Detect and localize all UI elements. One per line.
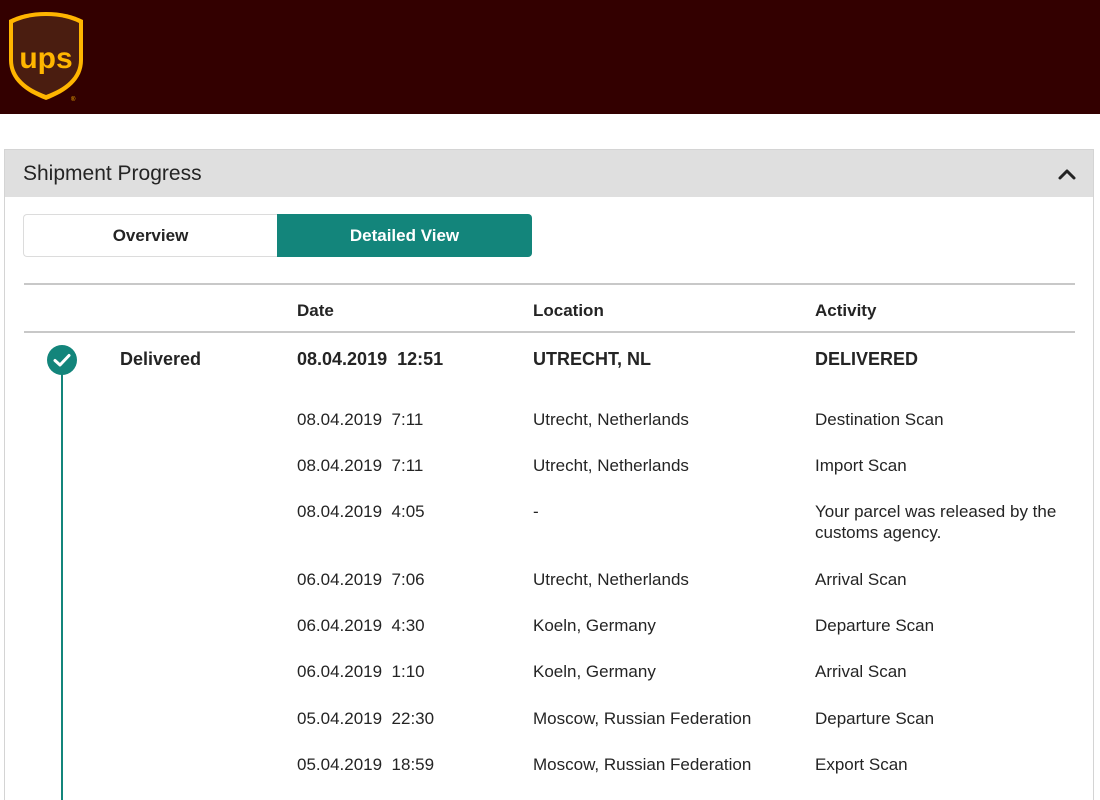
event-activity: Destination Scan (815, 410, 944, 429)
event-location: - (533, 502, 539, 521)
event-location: Utrecht, Netherlands (533, 456, 689, 475)
event-datetime: 06.04.2019 7:06 (297, 569, 425, 590)
chevron-up-icon[interactable] (1053, 160, 1081, 188)
column-header-activity: Activity (815, 301, 877, 320)
event-date: 08.04.2019 (297, 502, 383, 521)
table-header-divider (24, 331, 1075, 333)
tab-detailed-view[interactable]: Detailed View (277, 214, 532, 257)
event-location: Koeln, Germany (533, 662, 656, 681)
ups-logo-text: ups (19, 42, 72, 75)
panel-header[interactable]: Shipment Progress (5, 150, 1093, 197)
event-location: Moscow, Russian Federation (533, 755, 752, 774)
event-time: 1:10 (391, 662, 425, 681)
event-date: 08.04.2019 (297, 410, 383, 429)
event-location: Moscow, Russian Federation (533, 709, 752, 728)
event-location: UTRECHT, NL (533, 349, 651, 369)
event-activity: Arrival Scan (815, 570, 907, 589)
event-date: 06.04.2019 (297, 616, 383, 635)
event-time: 12:51 (397, 349, 444, 369)
tab-overview[interactable]: Overview (23, 214, 277, 257)
event-date: 08.04.2019 (297, 349, 388, 369)
event-activity: Arrival Scan (815, 662, 907, 681)
event-activity: Departure Scan (815, 616, 935, 635)
check-circle-icon (47, 345, 77, 375)
ups-logo[interactable]: ups ® (7, 10, 85, 102)
event-datetime: 08.04.2019 4:05 (297, 501, 425, 522)
event-time: 4:05 (391, 502, 425, 521)
event-date: 05.04.2019 (297, 709, 383, 728)
event-activity: DELIVERED (815, 349, 919, 369)
panel-title: Shipment Progress (23, 162, 202, 185)
event-date: 06.04.2019 (297, 662, 383, 681)
svg-text:®: ® (71, 96, 76, 102)
shipment-progress-panel: Shipment Progress Overview Detailed View… (4, 149, 1094, 800)
table-top-divider (24, 283, 1075, 285)
timeline-line (61, 355, 63, 800)
event-time: 4:30 (391, 616, 425, 635)
event-datetime: 06.04.2019 1:10 (297, 661, 425, 682)
event-date: 06.04.2019 (297, 570, 383, 589)
event-time: 7:11 (391, 456, 424, 475)
event-datetime: 05.04.2019 22:30 (297, 708, 434, 729)
event-time: 7:06 (391, 570, 425, 589)
event-datetime: 06.04.2019 4:30 (297, 615, 425, 636)
event-activity: Your parcel was released by the customs … (815, 502, 1057, 542)
event-location: Utrecht, Netherlands (533, 570, 689, 589)
event-location: Koeln, Germany (533, 616, 656, 635)
event-activity: Export Scan (815, 755, 908, 774)
event-activity: Departure Scan (815, 709, 935, 728)
event-time: 18:59 (391, 755, 435, 774)
top-header-bar: ups ® (0, 0, 1100, 114)
event-location: Utrecht, Netherlands (533, 410, 689, 429)
event-date: 08.04.2019 (297, 456, 383, 475)
status-label: Delivered (120, 349, 202, 369)
event-datetime: 08.04.2019 7:11 (297, 409, 423, 430)
column-header-location: Location (533, 301, 604, 320)
event-datetime: 08.04.2019 7:11 (297, 455, 423, 476)
event-date: 05.04.2019 (297, 755, 383, 774)
event-time: 7:11 (391, 410, 424, 429)
view-toggle: Overview Detailed View (23, 214, 532, 257)
event-time: 22:30 (391, 709, 435, 728)
event-datetime: 05.04.2019 18:59 (297, 754, 434, 775)
column-header-date: Date (297, 301, 334, 320)
event-activity: Import Scan (815, 456, 907, 475)
event-datetime: 08.04.2019 12:51 (297, 349, 443, 370)
